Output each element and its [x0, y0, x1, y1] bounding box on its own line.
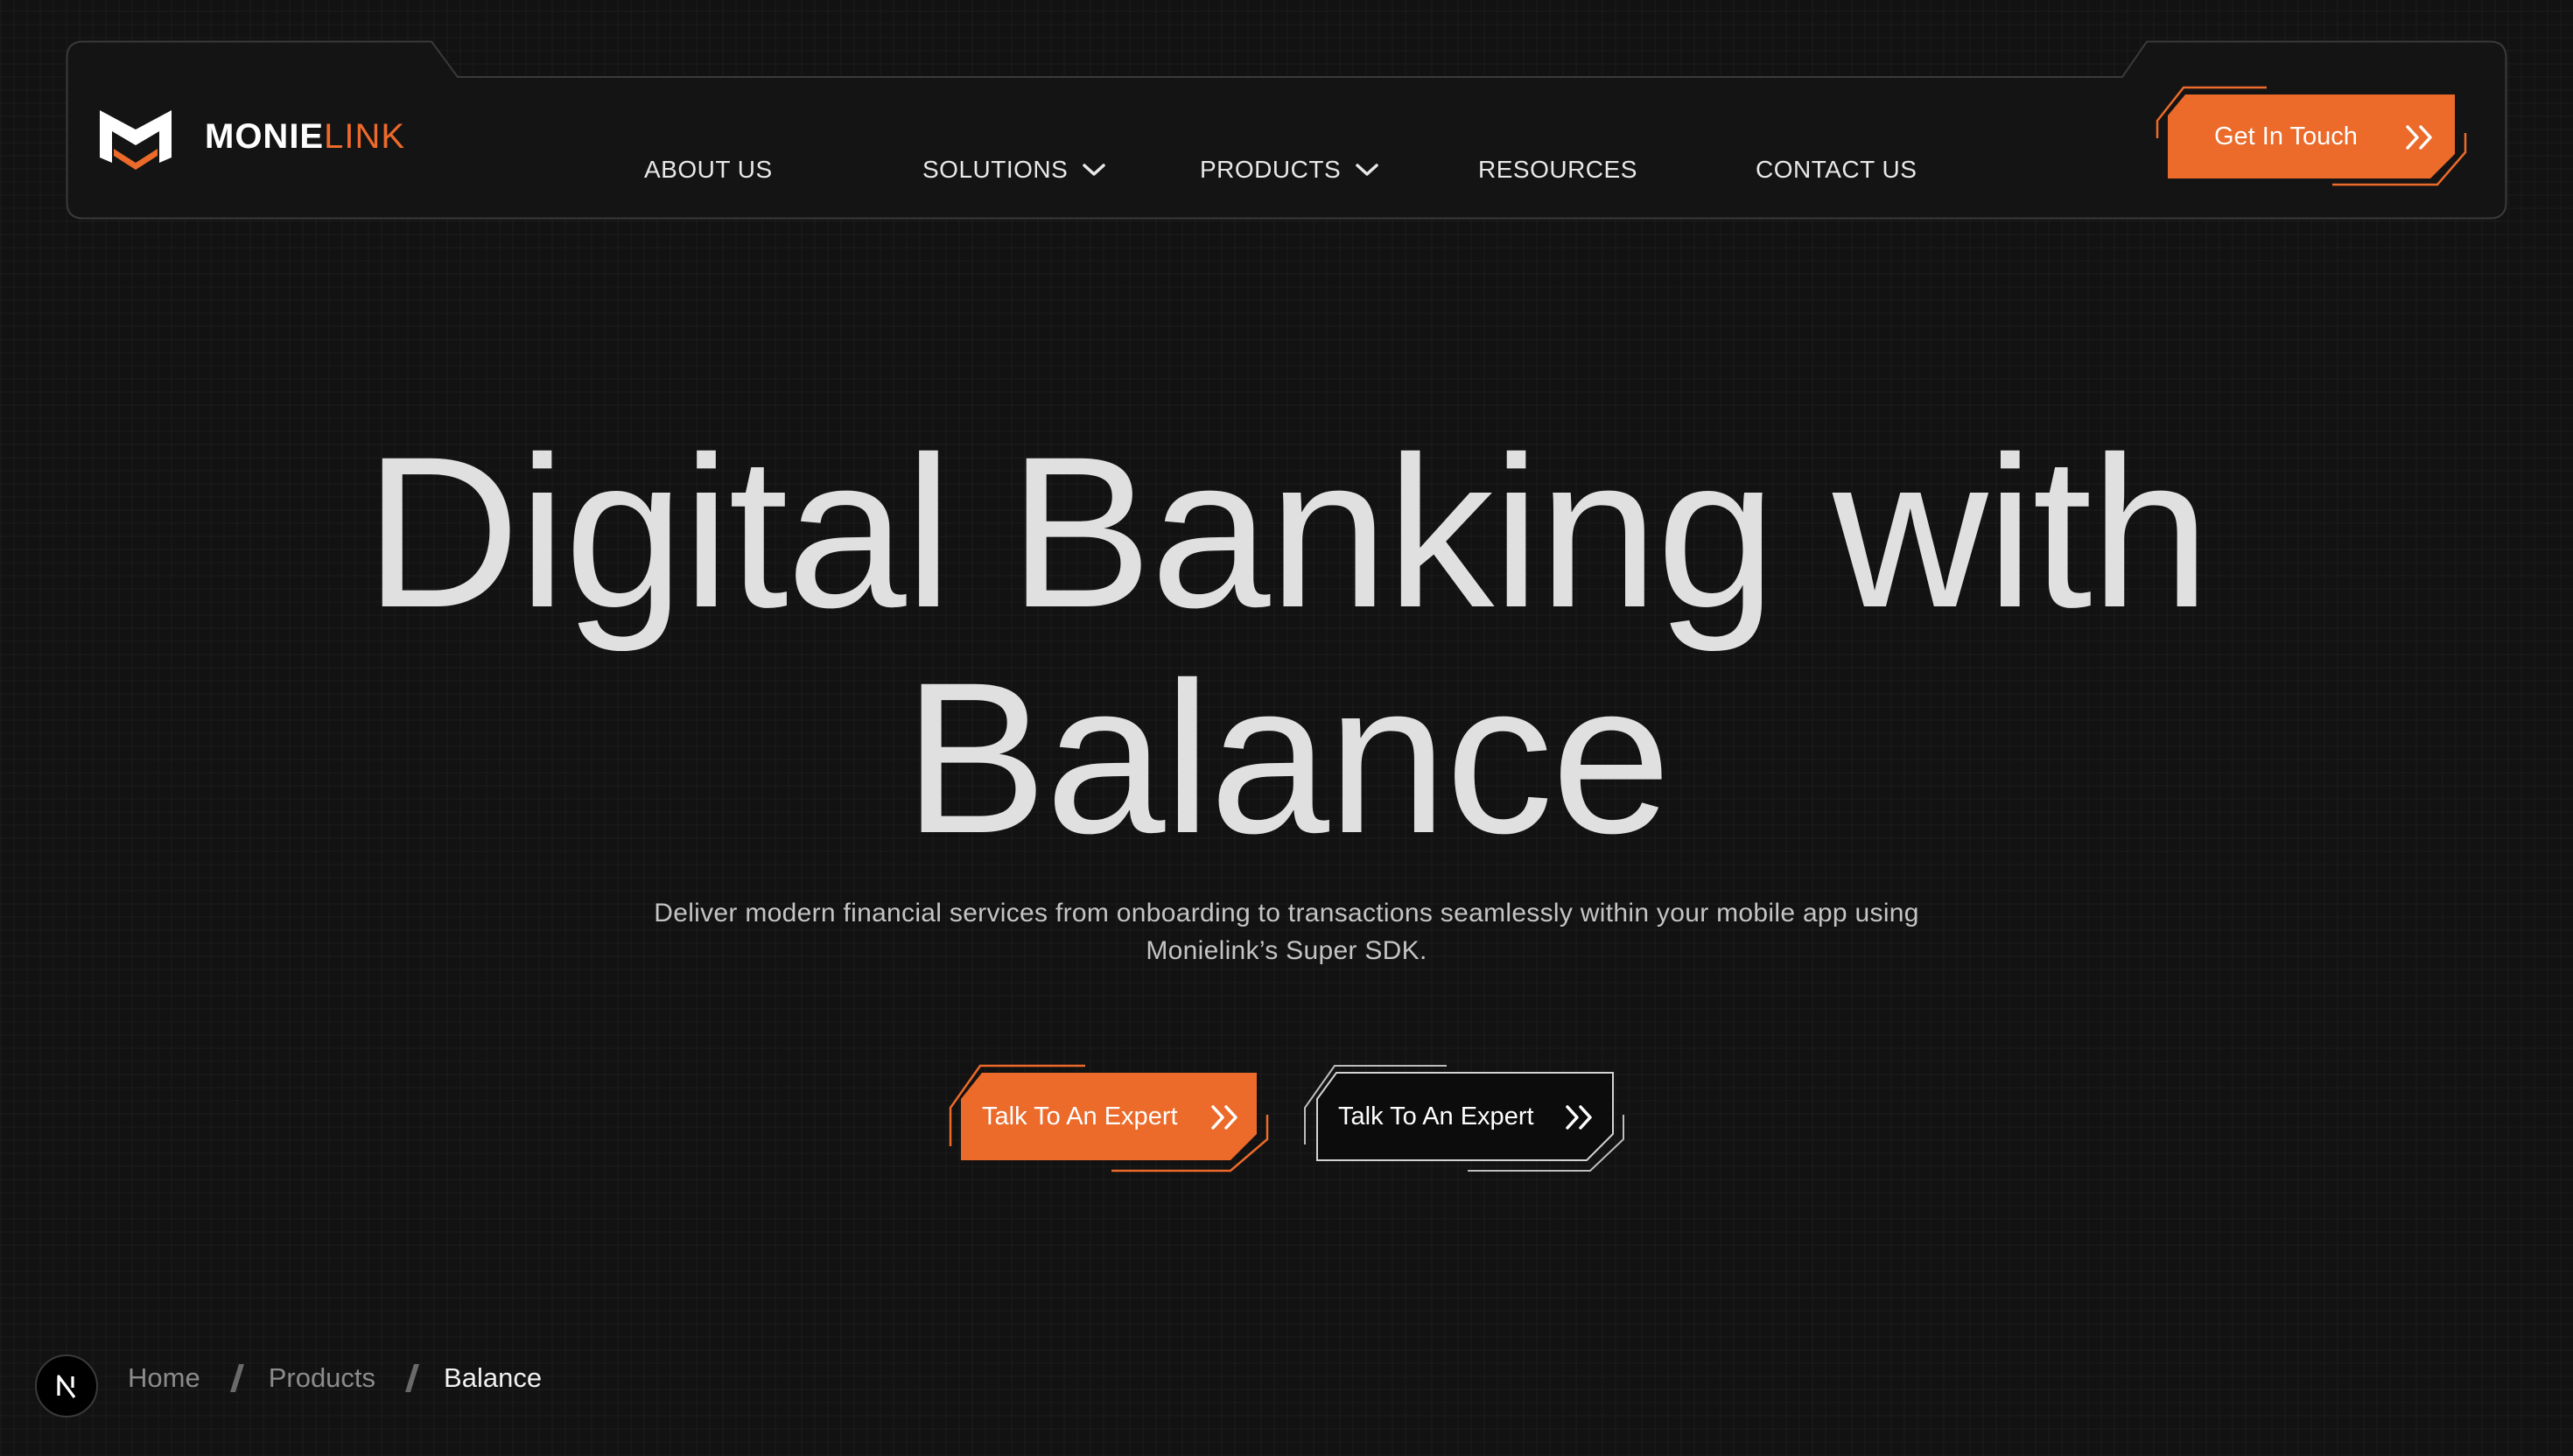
chevron-down-icon — [1083, 164, 1106, 176]
hero-title-line2: Balance — [903, 638, 1672, 879]
nav-item-label: ABOUT US — [644, 156, 773, 183]
hero-title: Digital Banking with Balance — [0, 412, 2573, 879]
chevron-down-icon — [1356, 164, 1378, 176]
talk-to-expert-secondary-button[interactable]: Talk To An Expert — [1301, 1059, 1625, 1177]
nav-item-contact-us[interactable]: CONTACT US — [1756, 144, 1917, 196]
double-chevron-right-icon — [1566, 1105, 1592, 1130]
nav-item-resources[interactable]: RESOURCES — [1478, 144, 1637, 196]
breadcrumb-separator-icon — [229, 1364, 244, 1392]
hero-subtitle: Deliver modern financial services from o… — [543, 894, 2030, 970]
breadcrumb-products[interactable]: Products — [269, 1362, 375, 1394]
nav-item-about-us[interactable]: ABOUT US — [644, 144, 773, 196]
cta-label: Get In Touch — [2214, 122, 2358, 150]
nav-item-label: RESOURCES — [1478, 156, 1637, 183]
breadcrumb-home[interactable]: Home — [128, 1362, 200, 1394]
breadcrumb-current-balance: Balance — [444, 1362, 543, 1393]
nav-item-label: PRODUCTS — [1200, 156, 1342, 183]
breadcrumb-separator-icon — [405, 1364, 420, 1392]
nav-item-products[interactable]: PRODUCTS — [1200, 144, 1379, 196]
nav-item-label: SOLUTIONS — [922, 156, 1069, 183]
nav-item-solutions[interactable]: SOLUTIONS — [922, 144, 1106, 196]
nav-item-label: CONTACT US — [1756, 156, 1917, 183]
double-chevron-right-icon — [2406, 125, 2432, 150]
hero-subtitle-line2: Monielink’s Super SDK. — [1146, 936, 1427, 965]
hero-title-line1: Digital Banking with — [364, 412, 2211, 653]
primary-button-label: Talk To An Expert — [982, 1102, 1178, 1130]
double-chevron-right-icon — [1211, 1105, 1237, 1130]
secondary-button-label: Talk To An Expert — [1338, 1102, 1534, 1130]
dev-tools-badge[interactable] — [35, 1354, 98, 1418]
main-nav: ABOUT US SOLUTIONS PRODUCTS RESOURCES CO… — [66, 144, 2507, 196]
talk-to-expert-primary-button[interactable]: Talk To An Expert — [945, 1059, 1269, 1177]
top-navbar: MONIELINK ABOUT US SOLUTIONS PRODUCTS RE… — [66, 40, 2507, 220]
breadcrumb: Home Products Balance — [128, 1359, 542, 1397]
get-in-touch-button[interactable]: Get In Touch — [2149, 79, 2472, 192]
nextjs-logo-icon — [57, 1375, 76, 1398]
hero-subtitle-line1: Deliver modern financial services from o… — [654, 899, 1919, 928]
